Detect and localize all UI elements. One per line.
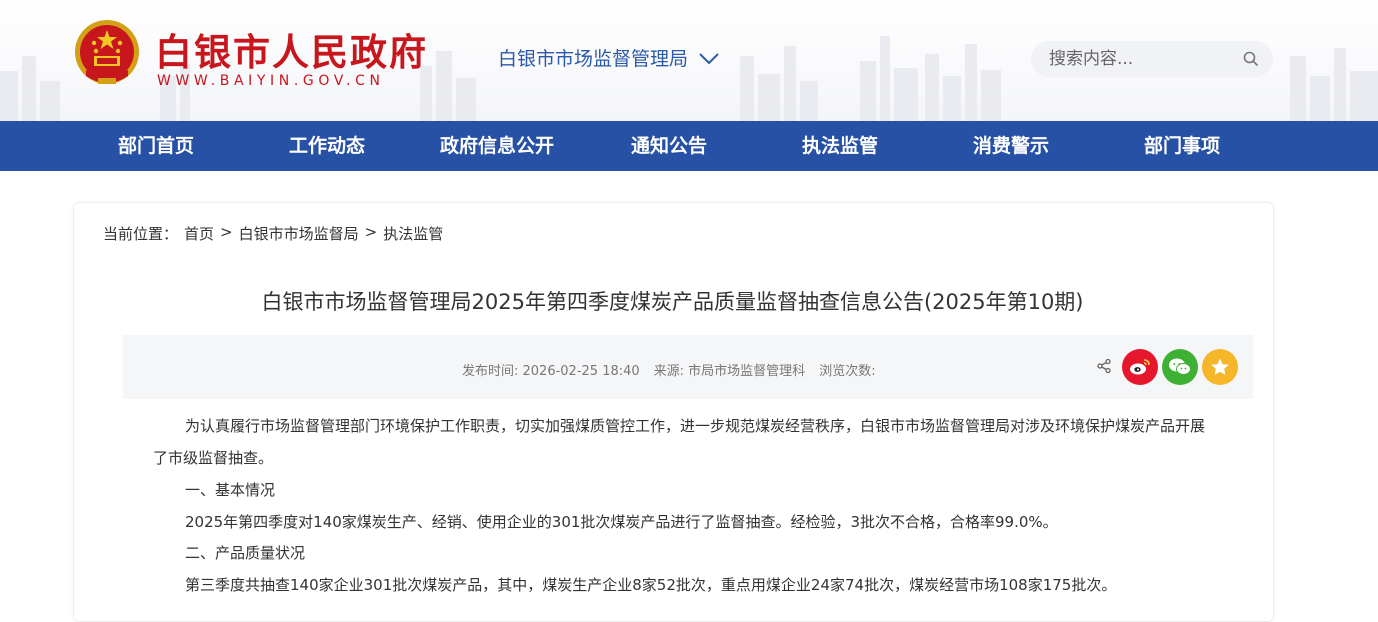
nav-item-home[interactable]: 部门首页	[118, 121, 194, 171]
view-count: 浏览次数:	[819, 364, 876, 379]
breadcrumb-prefix: 当前位置：	[103, 225, 179, 243]
search-input[interactable]	[1049, 47, 1239, 71]
breadcrumb-item-bureau[interactable]: 白银市市场监督局	[239, 223, 359, 244]
share-weibo-button[interactable]	[1122, 349, 1158, 385]
site-header: 白银市人民政府 WWW.BAIYIN.GOV.CN 白银市市场监督管理局	[0, 0, 1378, 121]
breadcrumb: 当前位置： 首页 > 白银市市场监督局 > 执法监管	[103, 223, 443, 244]
breadcrumb-separator: >	[220, 223, 233, 241]
site-title[interactable]: 白银市人民政府	[155, 22, 428, 76]
nav-item-news[interactable]: 工作动态	[289, 121, 365, 171]
publish-time: 发布时间: 2026-02-25 18:40	[462, 364, 640, 379]
article-paragraph: 为认真履行市场监督管理部门环境保护工作职责，切实加强煤质管控工作，进一步规范煤炭…	[153, 417, 1206, 467]
breadcrumb-item-enforcement[interactable]: 执法监管	[383, 223, 443, 244]
search-box	[1031, 41, 1273, 77]
article-paragraph: 第三季度共抽查140家企业301批次煤炭产品，其中，煤炭生产企业8家52批次，重…	[185, 576, 1117, 594]
share-wechat-button[interactable]	[1162, 349, 1198, 385]
weibo-icon	[1130, 359, 1150, 375]
section-heading-quality: 二、产品质量状况	[185, 544, 306, 562]
nav-item-notices[interactable]: 通知公告	[631, 121, 707, 171]
article-source: 来源: 市局市场监督管理科	[653, 364, 806, 379]
share-icon[interactable]	[1096, 358, 1112, 374]
national-emblem-icon	[75, 20, 139, 84]
article-paragraph: 2025年第四季度对140家煤炭生产、经销、使用企业的301批次煤炭产品进行了监…	[185, 513, 1058, 531]
department-name: 白银市市场监督管理局	[498, 48, 689, 70]
breadcrumb-item-home[interactable]: 首页	[184, 223, 214, 244]
breadcrumb-separator: >	[364, 223, 378, 241]
article-title: 白银市市场监督管理局2025年第四季度煤炭产品质量监督抽查信息公告(2025年第…	[261, 290, 1084, 314]
wechat-icon	[1169, 358, 1191, 375]
favorite-button[interactable]	[1202, 349, 1238, 385]
search-icon[interactable]	[1243, 51, 1259, 67]
department-selector[interactable]: 白银市市场监督管理局	[498, 44, 720, 71]
nav-item-consumer-alerts[interactable]: 消费警示	[973, 121, 1049, 171]
star-icon	[1211, 358, 1229, 375]
nav-item-info-disclosure[interactable]: 政府信息公开	[440, 121, 554, 171]
main-nav: 部门首页 工作动态 政府信息公开 通知公告 执法监管 消费警示 部门事项	[0, 121, 1378, 171]
nav-item-enforcement[interactable]: 执法监管	[802, 121, 878, 171]
site-url[interactable]: WWW.BAIYIN.GOV.CN	[157, 73, 385, 89]
article-meta: 发布时间: 2026-02-25 18:40 来源: 市局市场监督管理科 浏览次…	[462, 360, 876, 379]
nav-item-dept-affairs[interactable]: 部门事项	[1144, 121, 1220, 171]
chevron-down-icon	[699, 52, 719, 64]
section-heading-basic: 一、基本情况	[185, 481, 276, 499]
